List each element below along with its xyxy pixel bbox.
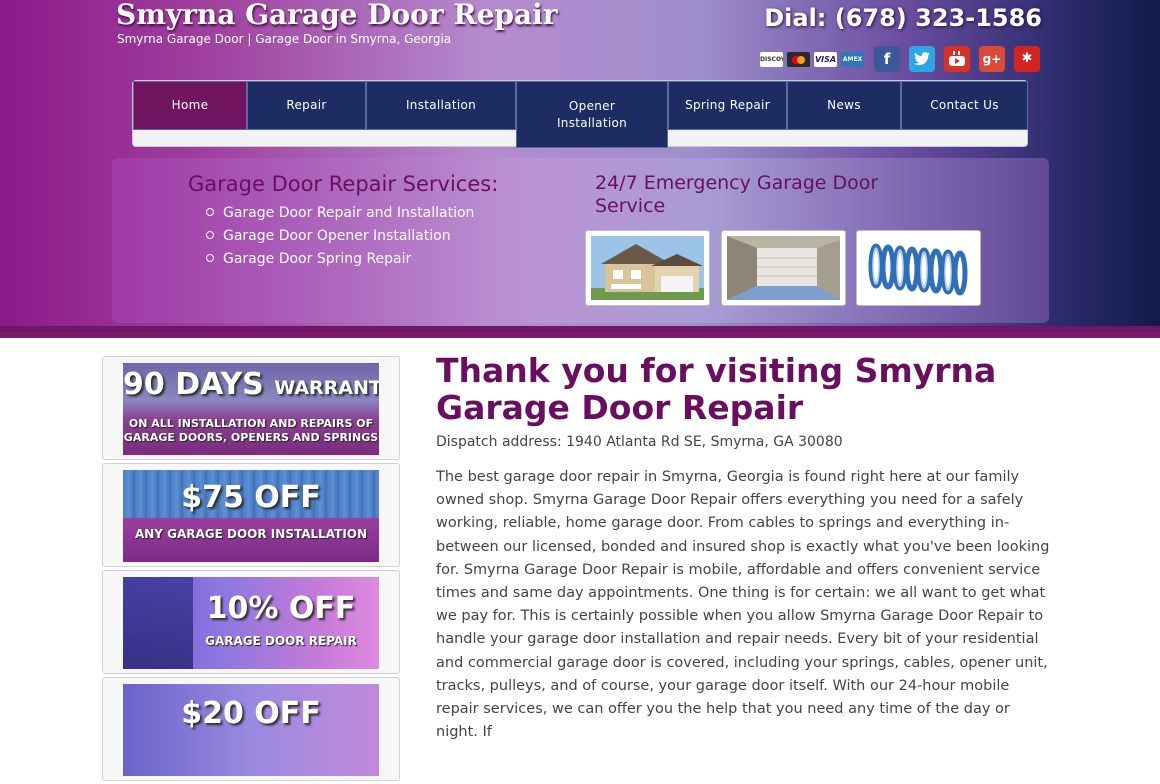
promo-subtext: ANY GARAGE DOOR INSTALLATION xyxy=(134,527,368,541)
google-plus-icon[interactable]: g+ xyxy=(979,46,1005,72)
main-navigation: Home Repair Installation Opener Installa… xyxy=(132,80,1028,148)
promo-spring-discount[interactable]: $20 OFF xyxy=(102,677,400,781)
repair-banner: 10% OFF GARAGE DOOR REPAIR xyxy=(123,577,379,669)
dispatch-address: Dispatch address: 1940 Atlanta Rd SE, Sm… xyxy=(436,434,843,450)
promo-headline: $20 OFF xyxy=(181,696,321,731)
nav-item-news[interactable]: News xyxy=(787,81,901,130)
bullet-icon xyxy=(206,208,214,216)
promo-warranty[interactable]: 90 DAYS WARRANTY ON ALL INSTALLATION AND… xyxy=(102,356,400,460)
service-label: Garage Door Repair and Installation xyxy=(223,205,475,221)
nav-item-opener-installation[interactable]: Opener Installation xyxy=(516,81,668,148)
promo-installation-discount[interactable]: $75 OFF ANY GARAGE DOOR INSTALLATION xyxy=(102,463,400,567)
payment-methods: DISCOVER VISA AMEX xyxy=(760,52,864,67)
promo-repair-discount[interactable]: 10% OFF GARAGE DOOR REPAIR xyxy=(102,570,400,674)
nav-item-home[interactable]: Home xyxy=(133,81,247,130)
youtube-icon[interactable] xyxy=(944,46,970,72)
bullet-icon xyxy=(206,231,214,239)
installation-banner: $75 OFF ANY GARAGE DOOR INSTALLATION xyxy=(123,470,379,562)
spring-thumbnail[interactable] xyxy=(856,230,981,306)
site-title[interactable]: Smyrna Garage Door Repair xyxy=(116,0,558,31)
services-list: Garage Door Repair and Installation Gara… xyxy=(206,202,474,271)
promo-days: 90 DAYS xyxy=(123,367,264,402)
promo-subtext: ON ALL INSTALLATION AND REPAIRS OF GARAG… xyxy=(123,417,379,444)
social-links: f g+ ✱ xyxy=(874,46,1040,72)
nav-item-repair[interactable]: Repair xyxy=(247,81,366,130)
garage-interior-thumbnail[interactable] xyxy=(721,230,846,306)
nav-item-contact-us[interactable]: Contact Us xyxy=(901,81,1028,130)
feature-panel: Garage Door Repair Services: Garage Door… xyxy=(112,158,1049,323)
mastercard-icon xyxy=(787,52,810,67)
warranty-banner: 90 DAYS WARRANTY ON ALL INSTALLATION AND… xyxy=(123,363,379,455)
phone-number[interactable]: Dial: (678) 323-1586 xyxy=(764,4,1042,32)
discover-card-icon: DISCOVER xyxy=(760,52,783,67)
promo-headline: 10% OFF xyxy=(206,591,356,626)
emergency-heading: 24/7 Emergency Garage Door Service xyxy=(595,172,879,217)
house-thumbnail[interactable] xyxy=(585,230,710,306)
page-title: Thank you for visiting Smyrna Garage Doo… xyxy=(436,351,997,427)
promo-headline: $75 OFF xyxy=(181,480,321,515)
site-subtitle: Smyrna Garage Door | Garage Door in Smyr… xyxy=(117,32,452,46)
main-content: Thank you for visiting Smyrna Garage Doo… xyxy=(436,352,1056,744)
intro-paragraph: The best garage door repair in Smyrna, G… xyxy=(436,469,1050,741)
spring-banner: $20 OFF xyxy=(123,684,379,776)
list-item[interactable]: Garage Door Spring Repair xyxy=(206,248,474,271)
sidebar: 90 DAYS WARRANTY ON ALL INSTALLATION AND… xyxy=(102,356,400,784)
site-header: Smyrna Garage Door Repair Smyrna Garage … xyxy=(0,0,1160,338)
visa-card-icon: VISA xyxy=(814,52,837,67)
promo-warranty-word: WARRANTY xyxy=(274,377,379,399)
nav-item-spring-repair[interactable]: Spring Repair xyxy=(668,81,787,130)
twitter-icon[interactable] xyxy=(909,46,935,72)
list-item[interactable]: Garage Door Opener Installation xyxy=(206,225,474,248)
bullet-icon xyxy=(206,254,214,262)
promo-subtext: GARAGE DOOR REPAIR xyxy=(205,634,357,648)
nav-item-installation[interactable]: Installation xyxy=(366,81,516,130)
promo-headline: 90 DAYS WARRANTY xyxy=(123,367,379,402)
services-heading: Garage Door Repair Services: xyxy=(188,172,499,196)
yelp-icon[interactable]: ✱ xyxy=(1014,46,1040,72)
facebook-icon[interactable]: f xyxy=(874,46,900,72)
service-label: Garage Door Spring Repair xyxy=(223,251,412,267)
amex-card-icon: AMEX xyxy=(841,52,864,67)
list-item[interactable]: Garage Door Repair and Installation xyxy=(206,202,474,225)
service-label: Garage Door Opener Installation xyxy=(223,228,451,244)
